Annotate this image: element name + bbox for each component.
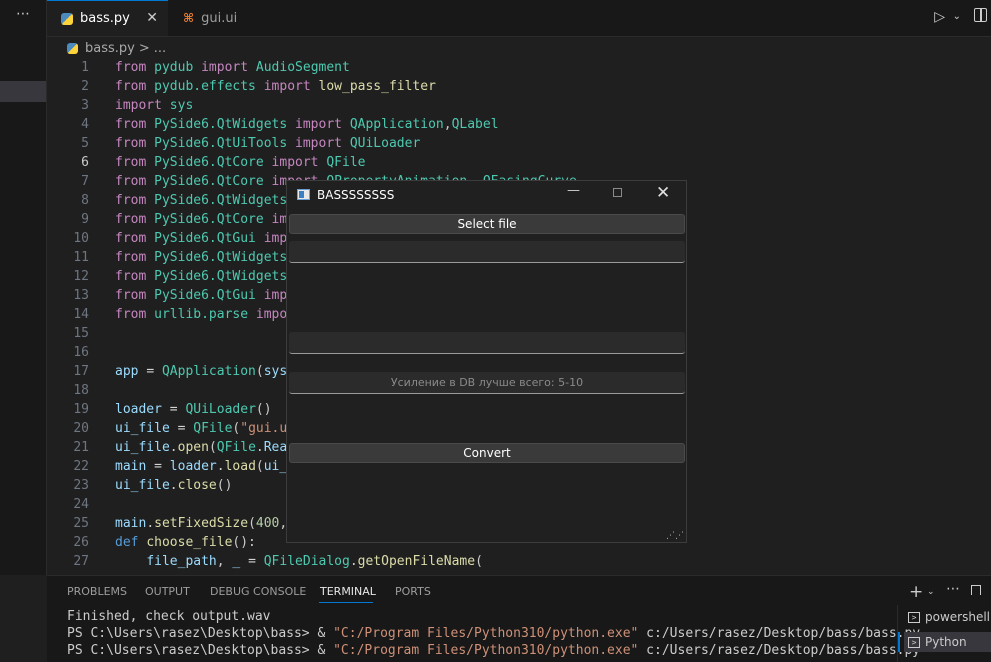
tab-output[interactable]: OUTPUT <box>145 585 190 598</box>
minimize-icon[interactable]: — <box>567 183 580 198</box>
qt-window-title: BASSSSSSSS <box>317 188 395 202</box>
file-path-field[interactable] <box>289 241 685 263</box>
tab-ports[interactable]: PORTS <box>395 585 431 598</box>
code-line: 5 from PySide6.QtUiTools import QUiLoader <box>81 136 421 151</box>
qt-app-window[interactable]: BASSSSSSSS — ✕ Select file Усиление в DB… <box>286 180 687 543</box>
new-terminal-icon[interactable]: + <box>909 582 923 602</box>
terminal-item-python[interactable]: > Python <box>904 632 991 652</box>
app-window-icon <box>297 189 310 200</box>
active-tab-indicator <box>319 602 373 603</box>
select-file-button[interactable]: Select file <box>289 214 685 234</box>
close-icon[interactable]: ✕ <box>656 183 670 203</box>
code-line: 3 import sys <box>81 98 194 113</box>
code-line: 2 from pydub.effects import low_pass_filt… <box>81 79 436 94</box>
resize-grip-icon[interactable]: ⋰⋰ <box>666 532 684 541</box>
terminal-item-powershell[interactable]: > powershell <box>908 610 990 624</box>
active-terminal-indicator <box>898 632 900 652</box>
tab-debug-console[interactable]: DEBUG CONSOLE <box>210 585 306 598</box>
rss-file-icon: ⌘ <box>183 11 195 25</box>
breadcrumb-separator: > <box>138 40 150 56</box>
chevron-down-icon[interactable]: ⌄ <box>953 11 961 22</box>
python-file-icon <box>67 42 78 54</box>
code-line: 6 from PySide6.QtCore import QFile <box>81 155 366 170</box>
terminal-icon: > <box>908 611 920 623</box>
split-editor-icon[interactable] <box>974 8 987 22</box>
code-line: 1 from pydub import AudioSegment <box>81 60 350 75</box>
editor-tab-bar: bass.py ✕ ⌘ gui.ui ▷ ⌄ <box>47 0 991 37</box>
run-icon[interactable]: ▷ <box>934 9 945 25</box>
close-icon[interactable]: ✕ <box>146 10 158 26</box>
maximize-panel-icon[interactable] <box>971 585 981 595</box>
tab-terminal[interactable]: TERMINAL <box>320 585 376 598</box>
tab-label: bass.py <box>80 11 130 26</box>
terminal-line: PS C:\Users\rasez\Desktop\bass> & "C:/Pr… <box>67 626 921 641</box>
bottom-panel: PROBLEMS OUTPUT DEBUG CONSOLE TERMINAL P… <box>47 575 991 662</box>
tab-problems[interactable]: PROBLEMS <box>67 585 127 598</box>
code-line: 4 from PySide6.QtWidgets import QApplicat… <box>81 117 499 132</box>
convert-button[interactable]: Convert <box>289 443 685 463</box>
breadcrumb: bass.py > ... <box>67 39 166 57</box>
maximize-icon[interactable] <box>613 188 622 197</box>
activity-sidebar: ⋯ <box>0 0 47 575</box>
breadcrumb-file[interactable]: bass.py <box>85 41 135 56</box>
terminal-list: > powershell > Python <box>897 605 991 662</box>
python-file-icon <box>61 12 73 25</box>
terminal-icon: > <box>908 636 920 648</box>
more-actions-icon[interactable]: ⋯ <box>946 581 960 597</box>
output-field[interactable] <box>289 332 685 354</box>
breadcrumb-more[interactable]: ... <box>154 41 166 56</box>
terminal-line: Finished, check output.wav <box>67 609 271 624</box>
sidebar-selected-item[interactable] <box>0 81 46 102</box>
qt-title-bar[interactable]: BASSSSSSSS — ✕ <box>287 181 686 209</box>
code-line: 27 file_path, _ = QFileDialog.getOpenFil… <box>73 554 483 569</box>
more-actions-icon[interactable]: ⋯ <box>16 6 31 22</box>
terminal-line: PS C:\Users\rasez\Desktop\bass> & "C:/Pr… <box>67 643 921 658</box>
tab-label: gui.ui <box>201 10 238 26</box>
gain-db-input[interactable]: Усиление в DB лучше всего: 5-10 <box>289 372 685 394</box>
chevron-down-icon[interactable]: ⌄ <box>927 587 935 597</box>
tab-bass-py[interactable]: bass.py ✕ <box>47 0 168 36</box>
tab-gui-ui[interactable]: ⌘ gui.ui <box>169 0 285 36</box>
